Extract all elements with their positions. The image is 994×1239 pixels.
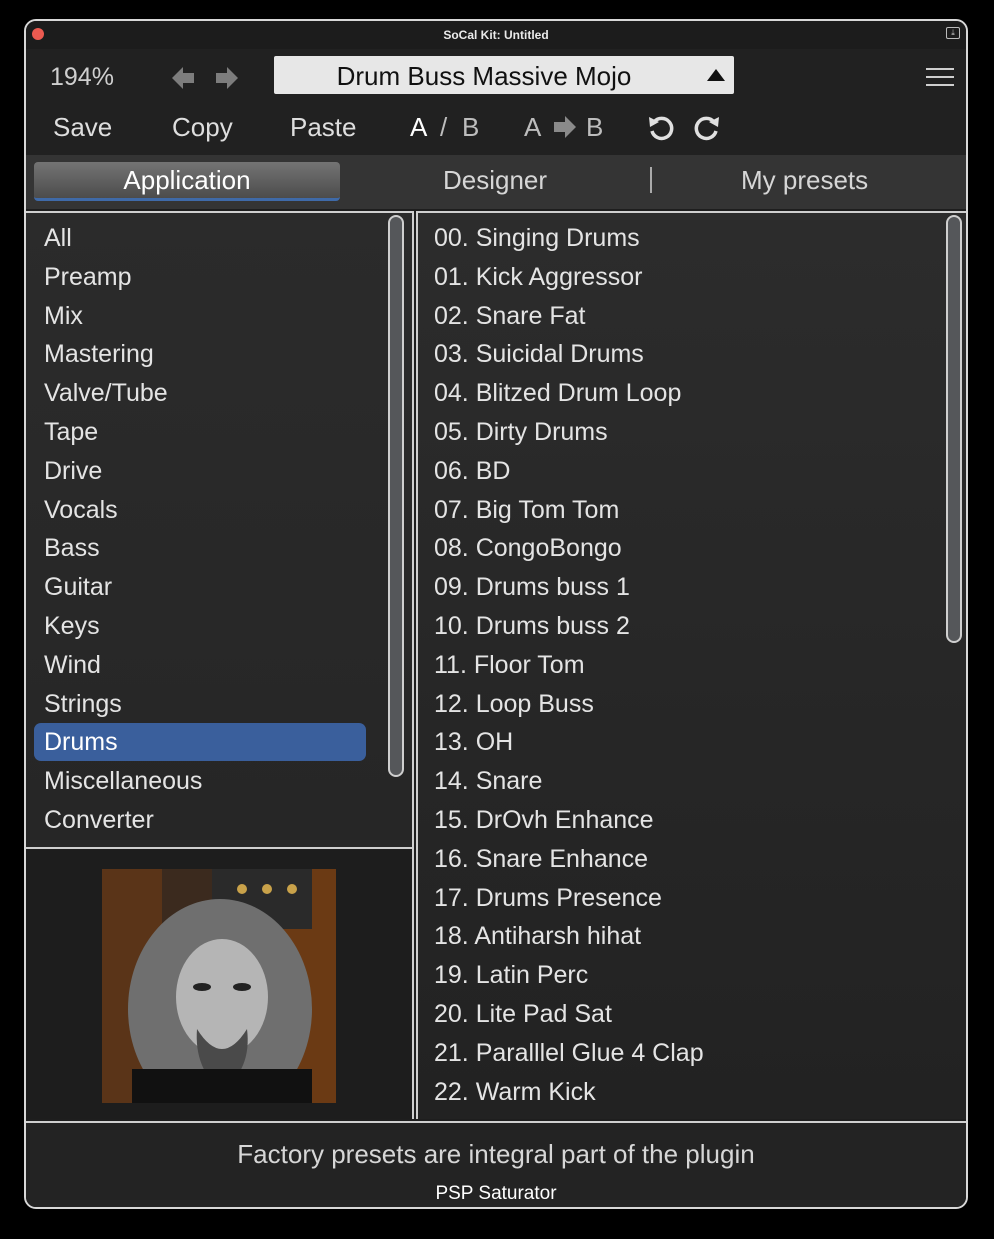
preset-scrollbar[interactable] xyxy=(946,215,962,643)
category-item[interactable]: Vocals xyxy=(34,491,366,529)
right-arrow-icon xyxy=(554,116,576,138)
preset-item[interactable]: 14. Snare xyxy=(434,762,542,800)
ab-a-label: A xyxy=(410,112,428,142)
designer-photo-panel xyxy=(26,847,414,1119)
category-item[interactable]: Wind xyxy=(34,646,366,684)
category-item[interactable]: Valve/Tube xyxy=(34,374,366,412)
tab-designer[interactable]: Designer xyxy=(443,162,547,198)
preset-item[interactable]: 03. Suicidal Drums xyxy=(434,335,644,373)
category-item[interactable]: Keys xyxy=(34,607,366,645)
category-item[interactable]: Miscellaneous xyxy=(34,762,366,800)
preset-item[interactable]: 04. Blitzed Drum Loop xyxy=(434,374,681,412)
download-icon[interactable]: ⤓ xyxy=(946,27,960,39)
category-item[interactable]: Converter xyxy=(34,801,366,839)
category-list: All Preamp Mix Mastering Valve/Tube Tape Drive… xyxy=(26,211,414,847)
plugin-window: SoCal Kit: Untitled ⤓ 194% Drum Buss Mas… xyxy=(24,19,968,1209)
preset-list: 00. Singing Drums 01. Kick Aggressor 02. S… xyxy=(416,211,966,1119)
category-item[interactable]: Tape xyxy=(34,413,366,451)
preset-item[interactable]: 01. Kick Aggressor xyxy=(434,258,642,296)
hamburger-menu-icon[interactable] xyxy=(926,68,954,86)
preset-item[interactable]: 09. Drums buss 1 xyxy=(434,568,630,606)
preset-item[interactable]: 22. Warm Kick xyxy=(434,1073,596,1111)
preset-item[interactable]: 07. Big Tom Tom xyxy=(434,491,619,529)
ab-b-label: B xyxy=(462,112,480,142)
tab-application[interactable]: Application xyxy=(34,162,340,201)
designer-photo xyxy=(102,869,336,1103)
preset-item[interactable]: 21. Paralllel Glue 4 Clap xyxy=(434,1034,704,1072)
category-scrollbar[interactable] xyxy=(388,215,404,777)
footer-message: Factory presets are integral part of the… xyxy=(237,1139,755,1169)
category-item[interactable]: Mastering xyxy=(34,335,366,373)
category-item[interactable]: Mix xyxy=(34,297,366,335)
previous-preset-arrow-icon[interactable] xyxy=(170,65,196,91)
preset-item[interactable]: 06. BD xyxy=(434,452,510,490)
ab-slash-label: / xyxy=(440,112,448,142)
status-footer: Factory presets are integral part of the… xyxy=(26,1121,966,1207)
preset-item[interactable]: 20. Lite Pad Sat xyxy=(434,995,612,1033)
category-item[interactable]: Preamp xyxy=(34,258,366,296)
category-item[interactable]: Drums xyxy=(34,723,366,762)
copy-b-label: B xyxy=(586,112,604,142)
next-preset-arrow-icon[interactable] xyxy=(214,65,240,91)
preset-tabs: Application Designer My presets xyxy=(26,155,966,209)
preset-item[interactable]: 10. Drums buss 2 xyxy=(434,607,630,645)
toolbar: 194% Drum Buss Massive Mojo Save Copy Pa… xyxy=(26,49,966,155)
preset-item[interactable]: 05. Dirty Drums xyxy=(434,413,608,451)
category-item[interactable]: All xyxy=(34,219,366,257)
preset-item[interactable]: 02. Snare Fat xyxy=(434,297,585,335)
preset-item[interactable]: 17. Drums Presence xyxy=(434,879,662,917)
preset-item[interactable]: 13. OH xyxy=(434,723,513,761)
preset-item[interactable]: 18. Antiharsh hihat xyxy=(434,917,641,955)
undo-icon[interactable] xyxy=(646,113,676,143)
preset-name: Drum Buss Massive Mojo xyxy=(336,61,632,91)
plugin-name: PSP Saturator xyxy=(435,1183,557,1204)
redo-icon[interactable] xyxy=(692,113,722,143)
copy-a-label: A xyxy=(524,112,542,142)
preset-item[interactable]: 15. DrOvh Enhance xyxy=(434,801,654,839)
tab-separator xyxy=(650,167,652,193)
category-item[interactable]: Strings xyxy=(34,685,366,723)
preset-item[interactable]: 08. CongoBongo xyxy=(434,529,622,567)
save-button[interactable]: Save xyxy=(53,112,112,143)
preset-item[interactable]: 00. Singing Drums xyxy=(434,219,640,257)
caret-up-icon xyxy=(707,69,725,81)
title-bar: SoCal Kit: Untitled ⤓ xyxy=(26,21,966,49)
copy-button[interactable]: Copy xyxy=(172,112,233,143)
paste-button[interactable]: Paste xyxy=(290,112,357,143)
preset-item[interactable]: 11. Floor Tom xyxy=(434,646,585,684)
preset-selector[interactable]: Drum Buss Massive Mojo xyxy=(274,56,734,94)
preset-item[interactable]: 16. Snare Enhance xyxy=(434,840,648,878)
category-item[interactable]: Bass xyxy=(34,529,366,567)
zoom-level[interactable]: 194% xyxy=(50,63,114,92)
window-title: SoCal Kit: Untitled xyxy=(443,28,549,42)
category-item[interactable]: Guitar xyxy=(34,568,366,606)
preset-item[interactable]: 12. Loop Buss xyxy=(434,685,594,723)
preset-item[interactable]: 19. Latin Perc xyxy=(434,956,588,994)
tab-my-presets[interactable]: My presets xyxy=(741,162,868,198)
category-item[interactable]: Drive xyxy=(34,452,366,490)
